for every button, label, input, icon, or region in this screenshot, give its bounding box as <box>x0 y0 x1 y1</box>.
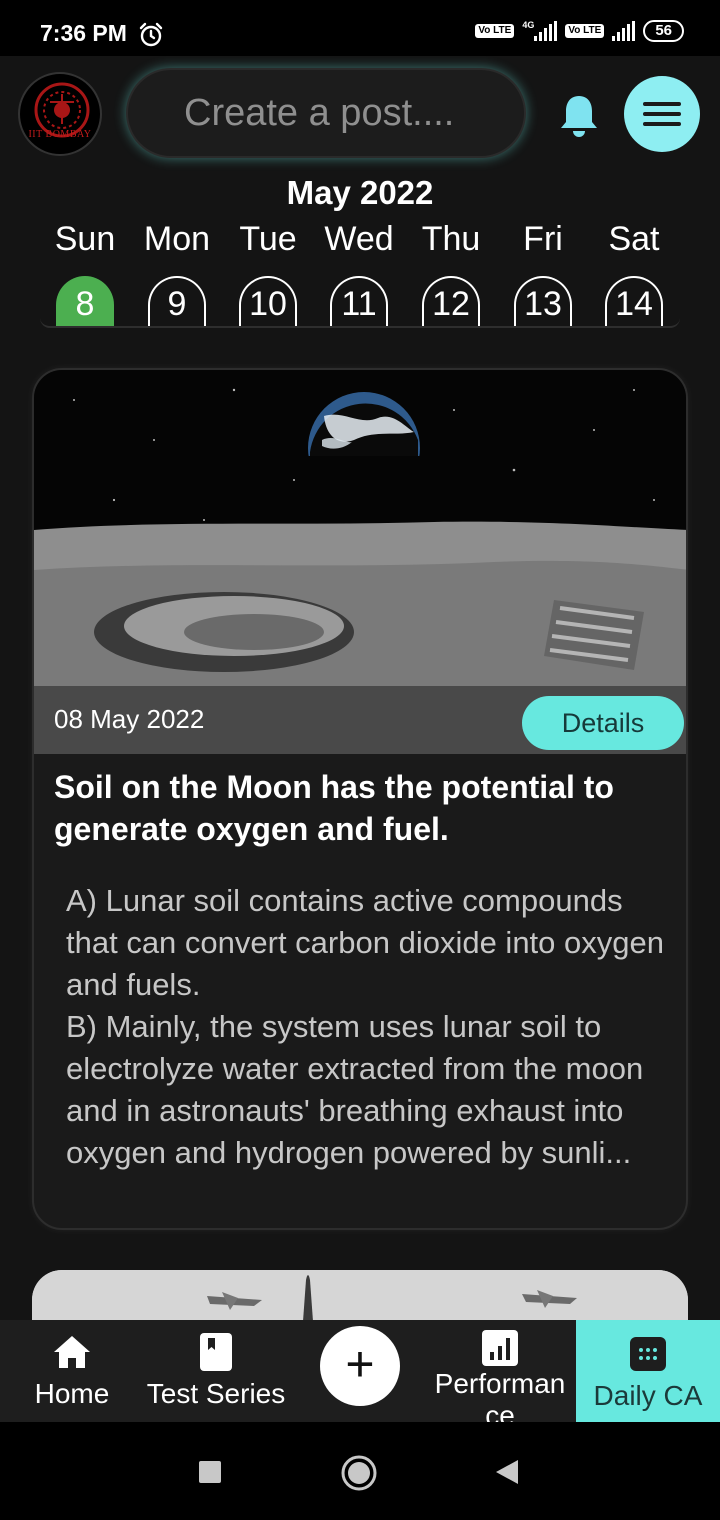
day-tue[interactable]: Tue 10 <box>222 220 314 326</box>
nav-daily-ca-label: Daily CA <box>593 1380 703 1411</box>
logo-text: IIT BOMBAY <box>28 129 92 140</box>
day-sat[interactable]: Sat 14 <box>588 220 680 326</box>
week-strip: Sun 8 Mon 9 Tue 10 Wed 11 Thu 12 Fri 13 … <box>0 220 720 326</box>
home-icon <box>54 1336 90 1368</box>
card-body: A) Lunar soil contains active compounds … <box>66 883 664 1170</box>
volte-badge-2: Vo LTE <box>565 24 605 38</box>
day-name: Sat <box>608 220 660 258</box>
nav-test-series[interactable]: Test Series <box>144 1320 288 1422</box>
day-name: Fri <box>523 220 563 258</box>
menu-button[interactable] <box>624 76 700 152</box>
back-icon[interactable] <box>494 1458 520 1486</box>
bar-chart-icon <box>482 1330 518 1366</box>
status-bar: 7:36 PM Vo LTE 4G Vo LTE 56 <box>0 0 720 56</box>
day-mon[interactable]: Mon 9 <box>131 220 223 326</box>
menu-line <box>643 122 681 126</box>
nav-performance[interactable]: Performance <box>428 1320 572 1422</box>
header: IIT BOMBAY Create a post.... <box>0 56 720 174</box>
app-screen: IIT BOMBAY Create a post.... May 2022 Su… <box>0 56 720 1422</box>
current-affairs-card[interactable]: 08 May 2022 Details Soil on the Moon has… <box>32 368 688 1230</box>
signal-icon-2 <box>612 21 636 41</box>
status-indicators: Vo LTE 4G Vo LTE 56 <box>475 20 684 42</box>
nav-daily-ca[interactable]: Daily CA <box>576 1320 720 1422</box>
day-fri[interactable]: Fri 13 <box>497 220 589 326</box>
nav-test-series-label: Test Series <box>146 1378 286 1409</box>
book-icon <box>200 1333 232 1371</box>
status-time: 7:36 PM <box>40 20 127 46</box>
nav-performance-label: Performance <box>434 1368 566 1422</box>
add-button[interactable]: + <box>320 1326 400 1406</box>
card-title: Soil on the Moon has the potential to ge… <box>54 769 614 847</box>
recents-icon[interactable] <box>198 1460 222 1484</box>
menu-line <box>643 112 681 116</box>
nav-home-label: Home <box>34 1378 110 1409</box>
day-name: Thu <box>421 220 481 258</box>
bell-icon[interactable] <box>558 92 600 138</box>
card-date: 08 May 2022 <box>54 704 205 734</box>
signal-icon <box>534 21 558 41</box>
logo[interactable]: IIT BOMBAY <box>18 72 102 156</box>
network-type: 4G <box>522 20 535 30</box>
calendar-month: May 2022 <box>286 174 434 211</box>
calendar-grid-icon <box>630 1337 666 1371</box>
create-post-input[interactable]: Create a post.... <box>126 68 526 158</box>
logo-emblem-icon <box>34 82 90 138</box>
nav-home[interactable]: Home <box>0 1320 144 1422</box>
day-name: Wed <box>324 220 394 258</box>
day-sun[interactable]: Sun 8 <box>39 220 131 326</box>
bottom-nav: Home Test Series + Performance Daily CA <box>0 1320 720 1422</box>
system-nav-bar <box>0 1422 720 1520</box>
day-wed[interactable]: Wed 11 <box>313 220 405 326</box>
day-name: Tue <box>239 220 297 258</box>
day-name: Mon <box>143 220 211 258</box>
home-circle-icon[interactable] <box>340 1454 378 1492</box>
day-thu[interactable]: Thu 12 <box>405 220 497 326</box>
alarm-icon <box>139 22 163 47</box>
battery-icon: 56 <box>643 20 684 42</box>
day-name: Sun <box>54 220 116 258</box>
volte-badge: Vo LTE <box>475 24 515 38</box>
details-button[interactable]: Details <box>522 696 684 750</box>
week-strip-divider <box>40 318 680 328</box>
menu-line <box>643 102 681 106</box>
